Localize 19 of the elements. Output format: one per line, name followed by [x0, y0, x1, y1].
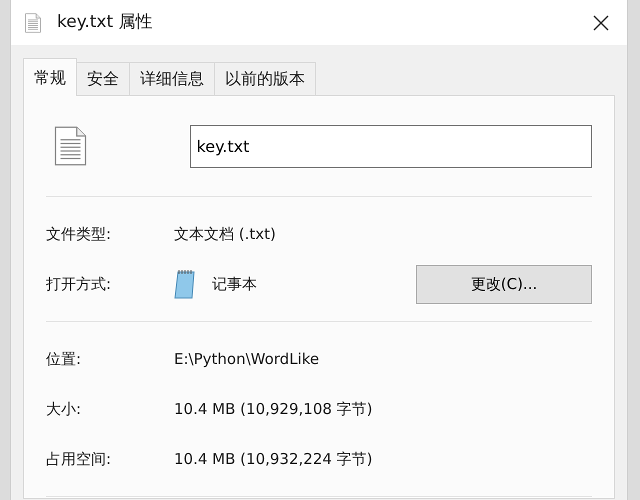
name-field[interactable]: key.txt: [190, 124, 592, 168]
property-label: 打开方式:: [46, 274, 112, 295]
document-icon: [54, 126, 87, 166]
property-value: 10.4 MB (10,932,224 字节): [174, 448, 373, 470]
property-value: 文本文档 (.txt): [174, 224, 276, 245]
property-label: 位置:: [46, 348, 82, 370]
notepad-icon: [174, 269, 196, 299]
tab[interactable]: 常规: [23, 58, 77, 96]
file-icon: [25, 12, 41, 32]
property-value: 10.4 MB (10,929,108 字节): [174, 398, 373, 420]
change-button[interactable]: 更改(C)...: [416, 264, 592, 304]
property-label: 文件类型:: [46, 224, 112, 245]
window-title: key.txt 属性: [57, 10, 153, 34]
close-icon[interactable]: [593, 14, 609, 30]
property-label: 占用空间:: [46, 448, 112, 470]
property-value: E:\Python\WordLike: [174, 348, 320, 370]
app-name: 记事本: [212, 274, 258, 295]
tab[interactable]: 以前的版本: [214, 62, 316, 95]
property-label: 大小:: [46, 398, 82, 420]
